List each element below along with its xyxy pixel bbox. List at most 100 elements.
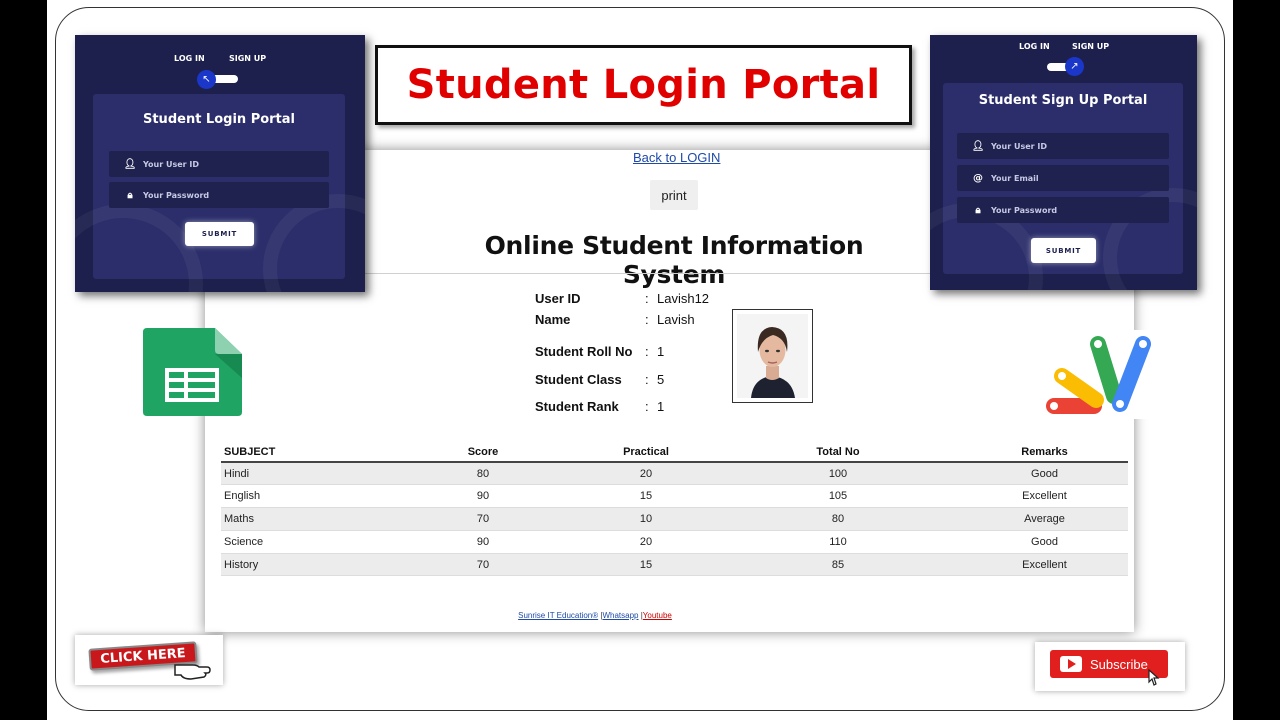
table-row: Maths 70 10 80 Average [221,507,1128,531]
cell-total: 110 [715,530,961,554]
print-button[interactable]: print [650,180,698,210]
footer-link-sunrise[interactable]: Sunrise IT Education® [518,611,598,620]
col-header: Remarks [961,442,1128,463]
play-icon [1060,656,1082,672]
info-value: Lavish12 [657,291,710,306]
info-colon: : [645,372,649,387]
signup-title: Student Sign Up Portal [978,93,1148,108]
user-icon: 👤︎ [971,140,985,152]
cell-score: 90 [389,530,577,554]
footer-link-whatsapp[interactable]: Whatsapp [602,611,638,620]
cell-subject: Hindi [221,462,389,486]
cell-subject: Maths [221,507,389,531]
cell-practical: 10 [577,507,715,531]
signup-form-panel: Student Sign Up Portal 👤︎ Your User ID @… [930,83,1197,290]
info-label: Student Roll No [535,344,633,359]
submit-button[interactable]: SUBMIT [1031,238,1096,263]
cell-remarks: Good [961,530,1128,554]
info-label: Student Rank [535,399,619,414]
portrait-image [737,314,808,398]
password-field[interactable]: 🔒︎ Your Password [957,197,1169,223]
decor-wave [263,194,365,292]
apps-script-icon [1040,330,1153,419]
login-title: Student Login Portal [142,112,296,127]
back-to-login-link[interactable]: Back to LOGIN [633,150,720,165]
table-row: History 70 15 85 Excellent [221,553,1128,577]
lock-icon: 🔒︎ [975,204,981,216]
tab-signup[interactable]: SIGN UP [229,54,266,63]
cell-total: 105 [715,484,961,509]
cell-total: 85 [715,553,961,577]
table-row: English 90 15 105 Excellent [221,484,1128,509]
arrow-icon[interactable]: ↖ [197,70,216,89]
student-photo [732,309,813,403]
cell-practical: 20 [577,530,715,554]
info-value: Lavish [657,312,695,327]
cursor-icon [1148,668,1160,686]
submit-button[interactable]: SUBMIT [185,222,254,246]
col-header: Practical [577,442,715,463]
signup-card: LOG IN SIGN UP ↗ Student Sign Up Portal … [930,35,1197,290]
cell-practical: 15 [577,553,715,577]
info-colon: : [645,291,649,306]
tab-login[interactable]: LOG IN [1019,42,1050,51]
info-label: User ID [535,291,581,306]
lock-icon: 🔒︎ [127,189,133,201]
header-divider [365,273,930,274]
user-id-field[interactable]: 👤︎ Your User ID [109,151,329,177]
info-colon: : [645,399,649,414]
tab-login[interactable]: LOG IN [174,54,205,63]
info-value: 1 [657,344,665,359]
info-label: Name [535,312,571,327]
cell-remarks: Average [961,507,1128,531]
footer-link-youtube[interactable]: Youtube [643,611,672,620]
user-id-placeholder: Your User ID [991,141,1048,151]
password-field[interactable]: 🔒︎ Your Password [109,182,329,208]
user-id-field[interactable]: 👤︎ Your User ID [957,133,1169,159]
table-header-row: SUBJECT Score Practical Total No Remarks [221,442,1128,463]
cell-practical: 20 [577,462,715,486]
cell-subject: History [221,553,389,577]
table-row: Science 90 20 110 Good [221,530,1128,554]
subscribe-badge[interactable]: Subscribe [1035,642,1185,691]
email-field[interactable]: @ Your Email [957,165,1169,191]
page-footer: Sunrise IT Education® |Whatsapp |Youtube [205,611,985,620]
col-header: Score [389,442,577,463]
info-label: Student Class [535,372,622,387]
click-here-badge[interactable]: CLICK HERE [75,635,223,685]
subscribe-label: Subscribe [1090,656,1148,672]
cell-remarks: Excellent [961,484,1128,509]
cell-subject: Science [221,530,389,554]
info-colon: : [645,312,649,327]
table-row: Hindi 80 20 100 Good [221,462,1128,486]
info-colon: : [645,344,649,359]
video-frame: { "banner": {"title": "Student Login Por… [0,0,1280,720]
cell-score: 90 [389,484,577,509]
tab-signup[interactable]: SIGN UP [1072,42,1109,51]
password-placeholder: Your Password [991,205,1058,215]
grades-table: SUBJECT Score Practical Total No Remarks… [221,442,1128,577]
cell-score: 70 [389,553,577,577]
cell-score: 80 [389,462,577,486]
arrow-icon[interactable]: ↗ [1065,57,1084,76]
col-header: Total No [715,442,961,463]
user-icon: 👤︎ [123,158,137,170]
banner-title: Student Login Portal [406,62,881,108]
cell-score: 70 [389,507,577,531]
google-sheets-icon [143,328,242,416]
cell-total: 80 [715,507,961,531]
login-card: LOG IN SIGN UP ↖ Student Login Portal 👤︎… [75,35,365,292]
password-placeholder: Your Password [143,190,210,200]
at-sign-icon: @ [973,172,983,184]
info-value: 5 [657,372,665,387]
cell-subject: English [221,484,389,509]
email-placeholder: Your Email [991,173,1039,183]
cell-remarks: Excellent [961,553,1128,577]
portal-banner: Student Login Portal [375,45,912,125]
decor-wave [75,204,203,292]
info-value: 1 [657,399,665,414]
cell-practical: 15 [577,484,715,509]
user-id-placeholder: Your User ID [143,159,200,169]
login-form-panel: Student Login Portal 👤︎ Your User ID 🔒︎ … [75,94,365,292]
pointing-hand-icon [174,664,211,680]
